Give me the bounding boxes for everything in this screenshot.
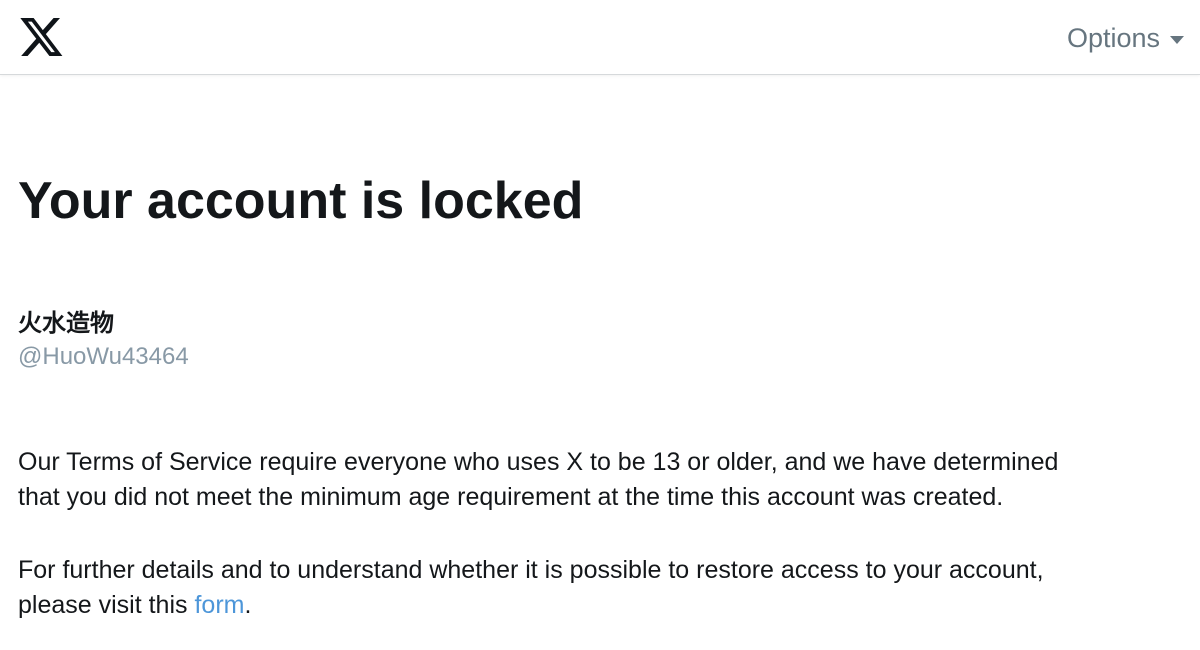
restore-message-suffix: .	[244, 591, 252, 619]
age-message-line-2: that you did not meet the minimum age re…	[18, 483, 1004, 511]
account-handle: @HuoWu43464	[18, 343, 189, 370]
account-display-name: 火水造物	[18, 309, 114, 337]
x-logo-icon[interactable]	[20, 18, 63, 56]
top-navigation-bar: Options	[0, 0, 1200, 75]
options-dropdown[interactable]: Options	[1067, 20, 1184, 56]
restore-message-line-1: For further details and to understand wh…	[18, 556, 1044, 584]
restore-access-message: For further details and to understand wh…	[18, 553, 1188, 623]
options-label: Options	[1066, 23, 1160, 53]
caret-down-icon	[1170, 35, 1184, 44]
form-link[interactable]: form	[194, 591, 244, 619]
age-requirement-message: Our Terms of Service require everyone wh…	[18, 445, 1188, 515]
age-message-line-1: Our Terms of Service require everyone wh…	[18, 448, 1059, 476]
restore-message-prefix: please visit this	[18, 591, 195, 619]
page-title: Your account is locked	[18, 172, 584, 230]
